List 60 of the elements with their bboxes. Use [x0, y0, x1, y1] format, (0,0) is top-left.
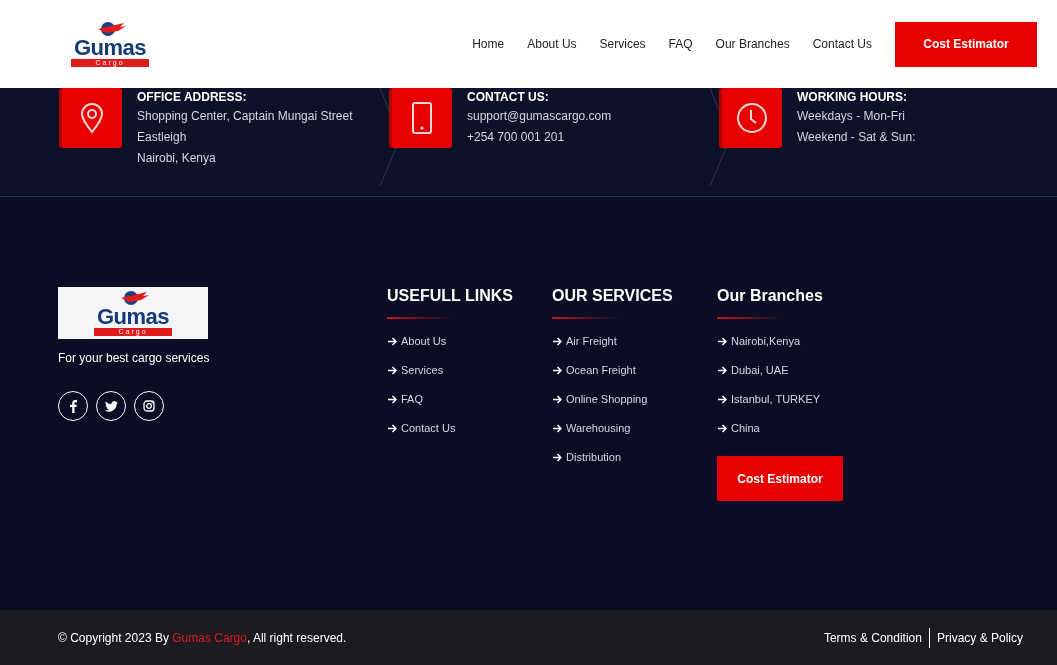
info-line: support@gumascargo.com: [467, 108, 612, 125]
arrow-right-icon: [717, 336, 727, 346]
arrow-right-icon: [717, 394, 727, 404]
footer-link[interactable]: Services: [387, 364, 552, 376]
footer-link[interactable]: Istanbul, TURKEY: [717, 393, 882, 405]
cost-estimator-button[interactable]: Cost Estimator: [717, 456, 843, 501]
nav-link[interactable]: Services: [599, 37, 646, 51]
info-line: Eastleigh: [137, 129, 188, 146]
info-title: CONTACT US:: [467, 90, 550, 104]
arrow-right-icon: [552, 423, 562, 433]
footer-link[interactable]: Contact Us: [387, 422, 552, 434]
brand-tagline: For your best cargo services: [58, 351, 211, 365]
arrow-right-icon: [552, 336, 562, 346]
arrow-right-icon: [387, 394, 397, 404]
arrow-right-icon: [717, 365, 727, 375]
info-line: Nairobi, Kenya: [137, 150, 217, 167]
nav-link[interactable]: Our Branches: [715, 37, 790, 51]
info-line: Weekdays - Mon-Fri: [797, 108, 906, 125]
facebook-icon: [69, 399, 77, 413]
arrow-right-icon: [387, 336, 397, 346]
footer-link[interactable]: Online Shopping: [552, 393, 717, 405]
nav-link[interactable]: Home: [472, 37, 505, 51]
logo-name: Gumas: [73, 37, 147, 59]
info-title: OFFICE ADDRESS:: [137, 90, 248, 104]
column-heading: USEFULL LINKS: [387, 287, 514, 305]
company-link[interactable]: Gumas Cargo: [172, 630, 247, 645]
footer-link[interactable]: FAQ: [387, 393, 552, 405]
footer-link[interactable]: Air Freight: [552, 335, 717, 347]
copyright-text: © Copyright 2023 By Gumas Cargo, All right reserved.: [58, 630, 347, 645]
instagram-icon: [143, 400, 155, 412]
footer-link[interactable]: Nairobi,Kenya: [717, 335, 882, 347]
clock-icon: [736, 102, 768, 134]
info-line: Shopping Center, Captain Mungai Street: [137, 108, 353, 125]
logo-name: Gumas: [96, 306, 170, 328]
phone-icon: [411, 101, 433, 135]
info-line: +254 700 001 201: [467, 129, 566, 146]
arrow-right-icon: [387, 365, 397, 375]
twitter-icon: [104, 400, 118, 412]
arrow-right-icon: [387, 423, 397, 433]
arrow-right-icon: [552, 365, 562, 375]
info-title: WORKING HOURS:: [797, 90, 908, 104]
footer-link[interactable]: Warehousing: [552, 422, 717, 434]
footer-link[interactable]: China: [717, 422, 882, 434]
info-line: Weekend - Sat & Sun:: [797, 129, 916, 146]
footer-link[interactable]: Dubai, UAE: [717, 364, 882, 376]
map-pin-icon: [80, 102, 104, 134]
arrow-right-icon: [552, 394, 562, 404]
column-heading: Our Branches: [717, 287, 824, 305]
footer-link[interactable]: About Us: [387, 335, 552, 347]
nav-link[interactable]: About Us: [527, 37, 577, 51]
footer-link[interactable]: Distribution: [552, 451, 717, 463]
arrow-right-icon: [552, 452, 562, 462]
footer-link[interactable]: Ocean Freight: [552, 364, 717, 376]
column-heading: OUR SERVICES: [552, 287, 674, 305]
arrow-right-icon: [717, 423, 727, 433]
cost-estimator-button[interactable]: Cost Estimator: [895, 21, 1037, 67]
nav-link[interactable]: Contact Us: [812, 37, 872, 51]
nav-link[interactable]: FAQ: [668, 37, 693, 51]
legal-link[interactable]: Privacy & Policy: [928, 627, 1030, 648]
legal-link[interactable]: Terms & Condition: [816, 627, 929, 648]
